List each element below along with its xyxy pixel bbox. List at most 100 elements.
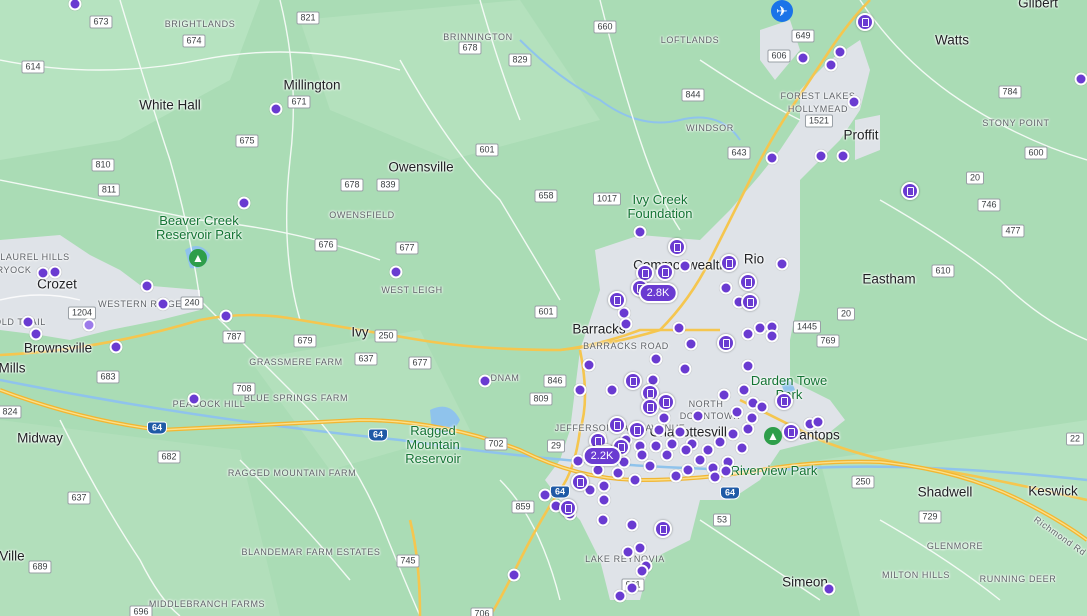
listing-pin[interactable] bbox=[649, 352, 663, 366]
route-shield: 1521 bbox=[804, 114, 834, 128]
listing-pin[interactable] bbox=[730, 405, 744, 419]
listing-pin[interactable] bbox=[811, 415, 825, 429]
listing-pin[interactable] bbox=[29, 327, 43, 341]
listing-pin[interactable] bbox=[605, 383, 619, 397]
listing-pin[interactable] bbox=[657, 411, 671, 425]
listing-pin[interactable] bbox=[156, 297, 170, 311]
listing-pin[interactable] bbox=[187, 392, 201, 406]
building-pin[interactable] bbox=[559, 499, 577, 517]
listing-pin[interactable] bbox=[140, 279, 154, 293]
map-canvas[interactable]: Gilbert BRIGHTLANDS BRINNINGTON LOFTLANDS Wa… bbox=[0, 0, 1087, 616]
listing-pin[interactable] bbox=[741, 327, 755, 341]
listing-pin[interactable] bbox=[1074, 72, 1087, 86]
listing-pin[interactable] bbox=[596, 513, 610, 527]
listing-pin[interactable] bbox=[693, 453, 707, 467]
listing-pin[interactable] bbox=[679, 443, 693, 457]
building-pin[interactable] bbox=[657, 393, 675, 411]
listing-pin[interactable] bbox=[635, 448, 649, 462]
listing-pin[interactable] bbox=[719, 464, 733, 478]
listing-pin[interactable] bbox=[633, 541, 647, 555]
cluster-badge[interactable]: 2.2K bbox=[582, 446, 622, 466]
building-pin[interactable] bbox=[739, 273, 757, 291]
listing-pin[interactable] bbox=[633, 225, 647, 239]
listing-pin[interactable] bbox=[691, 409, 705, 423]
listing-pin[interactable] bbox=[833, 45, 847, 59]
building-pin[interactable] bbox=[628, 421, 646, 439]
listing-pin[interactable] bbox=[635, 564, 649, 578]
listing-pin[interactable] bbox=[717, 388, 731, 402]
listing-pin[interactable] bbox=[737, 383, 751, 397]
listing-pin[interactable] bbox=[745, 411, 759, 425]
listing-pin[interactable] bbox=[538, 488, 552, 502]
listing-pin[interactable] bbox=[48, 265, 62, 279]
building-pin[interactable] bbox=[654, 520, 672, 538]
building-pin[interactable] bbox=[901, 182, 919, 200]
listing-pin[interactable] bbox=[765, 329, 779, 343]
listing-pin[interactable] bbox=[814, 149, 828, 163]
building-pin[interactable] bbox=[775, 392, 793, 410]
building-pin[interactable] bbox=[741, 293, 759, 311]
listing-pin[interactable] bbox=[652, 423, 666, 437]
listing-pin[interactable] bbox=[625, 518, 639, 532]
cluster-badge[interactable]: 2.8K bbox=[638, 283, 678, 303]
building-pin[interactable] bbox=[717, 334, 735, 352]
listing-pin[interactable] bbox=[684, 337, 698, 351]
listing-pin[interactable] bbox=[237, 196, 251, 210]
place-label: GRASSMERE FARM bbox=[249, 357, 343, 367]
listing-pin[interactable] bbox=[507, 568, 521, 582]
listing-pin[interactable] bbox=[672, 321, 686, 335]
listing-pin[interactable] bbox=[597, 479, 611, 493]
listing-pin[interactable] bbox=[109, 340, 123, 354]
building-pin[interactable] bbox=[571, 473, 589, 491]
building-pin[interactable] bbox=[656, 263, 674, 281]
listing-pin[interactable] bbox=[82, 318, 96, 332]
listing-pin[interactable] bbox=[573, 383, 587, 397]
listing-pin[interactable] bbox=[753, 321, 767, 335]
listing-pin[interactable] bbox=[219, 309, 233, 323]
listing-pin[interactable] bbox=[619, 317, 633, 331]
listing-pin[interactable] bbox=[621, 545, 635, 559]
listing-pin[interactable] bbox=[741, 359, 755, 373]
listing-pin[interactable] bbox=[625, 581, 639, 595]
listing-pin[interactable] bbox=[613, 589, 627, 603]
listing-pin[interactable] bbox=[269, 102, 283, 116]
building-pin[interactable] bbox=[608, 416, 626, 434]
building-pin[interactable] bbox=[668, 238, 686, 256]
listing-pin[interactable] bbox=[822, 582, 836, 596]
building-pin[interactable] bbox=[720, 254, 738, 272]
listing-pin[interactable] bbox=[669, 469, 683, 483]
listing-pin[interactable] bbox=[597, 493, 611, 507]
listing-pin[interactable] bbox=[678, 362, 692, 376]
listing-pin[interactable] bbox=[673, 425, 687, 439]
listing-pin[interactable] bbox=[478, 374, 492, 388]
listing-pin[interactable] bbox=[582, 358, 596, 372]
listing-pin[interactable] bbox=[824, 58, 838, 72]
listing-pin[interactable] bbox=[765, 151, 779, 165]
listing-pin[interactable] bbox=[775, 257, 789, 271]
listing-pin[interactable] bbox=[735, 441, 749, 455]
listing-pin[interactable] bbox=[389, 265, 403, 279]
listing-pin[interactable] bbox=[847, 95, 861, 109]
park-tree-icon[interactable]: ▲ bbox=[764, 427, 782, 445]
listing-pin[interactable] bbox=[36, 266, 50, 280]
listing-pin[interactable] bbox=[678, 259, 692, 273]
listing-pin[interactable] bbox=[755, 400, 769, 414]
airplane-icon[interactable]: ✈ bbox=[771, 0, 793, 22]
listing-pin[interactable] bbox=[643, 459, 657, 473]
listing-pin[interactable] bbox=[726, 427, 740, 441]
building-pin[interactable] bbox=[856, 13, 874, 31]
listing-pin[interactable] bbox=[713, 435, 727, 449]
listing-pin[interactable] bbox=[21, 315, 35, 329]
building-pin[interactable] bbox=[782, 423, 800, 441]
listing-pin[interactable] bbox=[836, 149, 850, 163]
building-pin[interactable] bbox=[608, 291, 626, 309]
listing-pin[interactable] bbox=[681, 463, 695, 477]
listing-pin[interactable] bbox=[665, 437, 679, 451]
park-tree-icon[interactable]: ▲ bbox=[189, 249, 207, 267]
listing-pin[interactable] bbox=[649, 439, 663, 453]
listing-pin[interactable] bbox=[796, 51, 810, 65]
building-pin[interactable] bbox=[641, 398, 659, 416]
listing-pin[interactable] bbox=[628, 473, 642, 487]
listing-pin[interactable] bbox=[719, 281, 733, 295]
building-pin[interactable] bbox=[624, 372, 642, 390]
